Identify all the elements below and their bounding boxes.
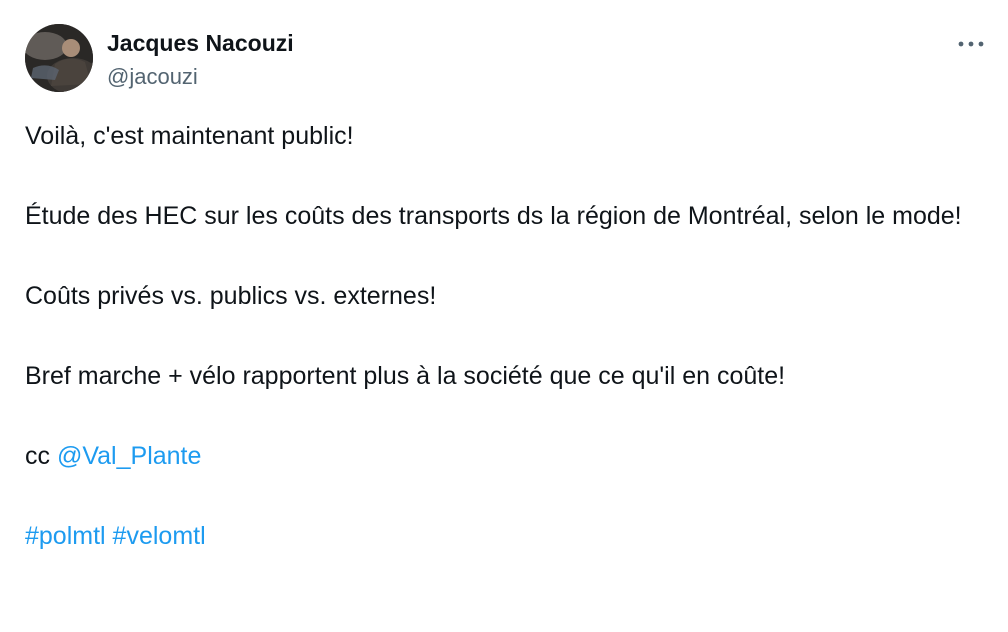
handle[interactable]: @jacouzi	[107, 62, 294, 92]
avatar[interactable]	[25, 24, 93, 92]
avatar-photo-icon	[25, 24, 93, 92]
tweet-paragraph-hashtags: #polmtl #velomtl	[25, 516, 985, 556]
tweet-paragraph-1: Voilà, c'est maintenant public!	[25, 122, 354, 150]
hashtag-link-polmtl[interactable]: #polmtl	[25, 522, 106, 550]
tweet-text: Voilà, c'est maintenant public! Étude de…	[25, 116, 985, 556]
more-button[interactable]	[956, 32, 986, 56]
display-name[interactable]: Jacques Nacouzi	[107, 28, 294, 58]
cc-prefix: cc	[25, 442, 57, 470]
author-block: Jacques Nacouzi @jacouzi	[107, 28, 294, 92]
tweet-paragraph-4: Bref marche + vélo rapportent plus à la …	[25, 362, 786, 390]
tweet-paragraph-3: Coûts privés vs. publics vs. externes!	[25, 282, 437, 310]
hashtag-link-velomtl[interactable]: #velomtl	[113, 522, 206, 550]
tweet-paragraph-cc: cc @Val_Plante	[25, 436, 985, 476]
mention-link[interactable]: @Val_Plante	[57, 442, 201, 470]
more-icon	[958, 41, 984, 47]
tweet-header: Jacques Nacouzi @jacouzi	[25, 24, 1008, 92]
tweet-paragraph-2: Étude des HEC sur les coûts des transpor…	[25, 202, 962, 230]
tweet-card: Jacques Nacouzi @jacouzi Voilà, c'est ma…	[0, 0, 1008, 632]
